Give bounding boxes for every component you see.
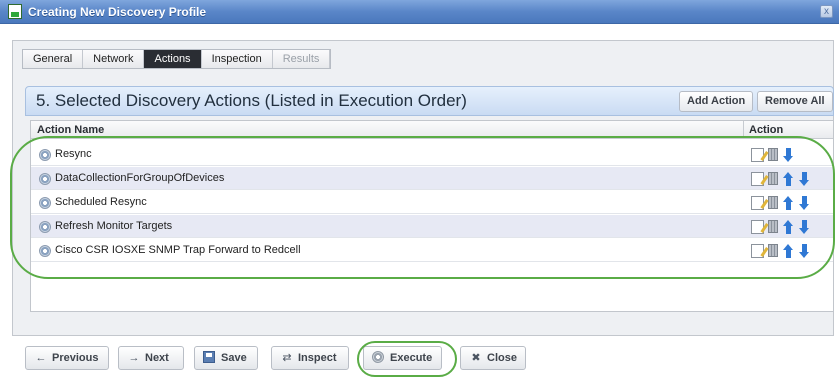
column-header-action-name[interactable]: Action Name	[37, 124, 104, 136]
table-header: Action Name Action	[31, 121, 833, 139]
close-button[interactable]: ✖ Close	[460, 346, 526, 370]
swap-arrows-icon: ⇄	[282, 352, 292, 364]
previous-button-label: Previous	[52, 352, 99, 364]
action-name: Refresh Monitor Targets	[55, 220, 173, 232]
edit-icon[interactable]	[751, 171, 764, 186]
window-title: Creating New Discovery Profile	[28, 4, 207, 19]
action-name: Resync	[55, 148, 92, 160]
action-name: DataCollectionForGroupOfDevices	[55, 172, 225, 184]
close-x-icon: ✖	[471, 352, 481, 364]
inspect-button[interactable]: ⇄ Inspect	[271, 346, 349, 370]
discovery-profile-icon	[8, 4, 22, 19]
window-titlebar: Creating New Discovery Profile x	[0, 0, 839, 24]
panel-title: 5. Selected Discovery Actions (Listed in…	[36, 91, 467, 110]
close-button-label: Close	[487, 352, 517, 364]
delete-icon[interactable]	[768, 220, 778, 233]
action-gear-icon	[39, 221, 51, 233]
move-up-icon[interactable]	[783, 195, 794, 210]
column-divider	[743, 121, 744, 139]
move-down-icon[interactable]	[799, 219, 810, 234]
add-action-button[interactable]: Add Action	[679, 91, 754, 112]
tab-general[interactable]: General	[23, 50, 84, 68]
table-row[interactable]: Refresh Monitor Targets	[31, 215, 833, 238]
table-row[interactable]: DataCollectionForGroupOfDevices	[31, 167, 833, 190]
action-name: Cisco CSR IOSXE SNMP Trap Forward to Red…	[55, 244, 301, 256]
row-actions	[751, 171, 815, 186]
tab-inspection[interactable]: Inspection	[201, 50, 273, 68]
actions-table: Action Name Action Resync DataCollection…	[30, 120, 834, 312]
inspect-button-label: Inspect	[298, 352, 337, 364]
floppy-disk-icon	[203, 351, 215, 363]
delete-icon[interactable]	[768, 244, 778, 257]
arrow-left-icon: ←	[35, 352, 47, 364]
edit-icon[interactable]	[751, 243, 764, 258]
edit-icon[interactable]	[751, 195, 764, 210]
remove-all-button[interactable]: Remove All	[757, 91, 833, 112]
tab-actions[interactable]: Actions	[144, 50, 202, 68]
execute-button-label: Execute	[390, 352, 433, 364]
execute-button[interactable]: Execute	[363, 346, 442, 370]
previous-button[interactable]: ← Previous	[25, 346, 109, 370]
move-down-icon[interactable]	[783, 147, 794, 162]
action-gear-icon	[39, 173, 51, 185]
tab-results: Results	[272, 50, 331, 68]
action-gear-icon	[39, 245, 51, 257]
close-window-icon[interactable]: x	[820, 5, 833, 18]
next-button[interactable]: → Next	[118, 346, 184, 370]
row-actions	[751, 243, 815, 258]
next-button-label: Next	[145, 352, 169, 364]
row-actions	[751, 219, 815, 234]
save-button[interactable]: Save	[194, 346, 258, 370]
row-actions	[751, 195, 815, 210]
save-button-label: Save	[221, 352, 247, 364]
move-up-icon[interactable]	[783, 171, 794, 186]
tab-network[interactable]: Network	[83, 50, 145, 68]
wizard-tabs: General Network Actions Inspection Resul…	[22, 49, 332, 69]
action-name: Scheduled Resync	[55, 196, 147, 208]
table-row[interactable]: Cisco CSR IOSXE SNMP Trap Forward to Red…	[31, 239, 833, 262]
move-down-icon[interactable]	[799, 243, 810, 258]
arrow-right-icon: →	[128, 352, 140, 364]
gear-icon	[372, 351, 384, 363]
table-row[interactable]: Scheduled Resync	[31, 191, 833, 214]
delete-icon[interactable]	[768, 148, 778, 161]
delete-icon[interactable]	[768, 196, 778, 209]
column-header-action[interactable]: Action	[749, 124, 783, 136]
table-row[interactable]: Resync	[31, 143, 833, 166]
move-down-icon[interactable]	[799, 171, 810, 186]
action-gear-icon	[39, 149, 51, 161]
row-actions	[751, 147, 799, 162]
edit-icon[interactable]	[751, 219, 764, 234]
move-up-icon[interactable]	[783, 219, 794, 234]
edit-icon[interactable]	[751, 147, 764, 162]
move-up-icon[interactable]	[783, 243, 794, 258]
panel-header: 5. Selected Discovery Actions (Listed in…	[25, 86, 834, 116]
action-gear-icon	[39, 197, 51, 209]
move-down-icon[interactable]	[799, 195, 810, 210]
delete-icon[interactable]	[768, 172, 778, 185]
